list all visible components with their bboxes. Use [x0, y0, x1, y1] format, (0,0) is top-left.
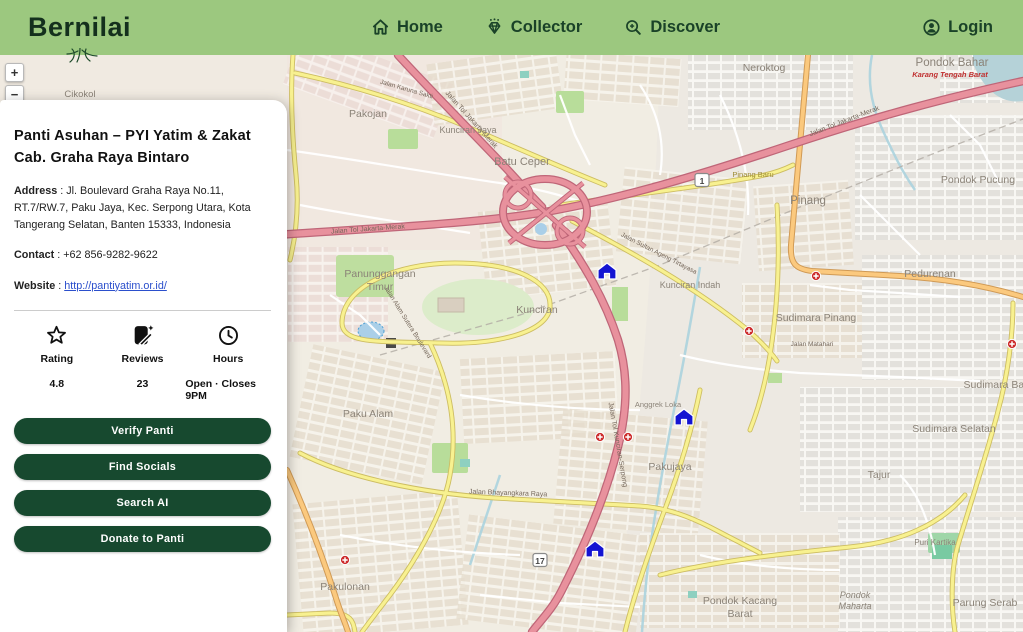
- map-place-label: Pinang: [790, 195, 826, 207]
- map-place-label: Tajur: [868, 469, 891, 481]
- map-place-label: Kunciran: [516, 304, 558, 316]
- map-place-label: Panunggangan: [344, 268, 415, 280]
- panti-address: Address : Jl. Boulevard Graha Raya No.11…: [14, 183, 271, 235]
- panti-title: Panti Asuhan – PYI Yatim & Zakat Cab. Gr…: [14, 128, 251, 166]
- map-place-label: Parung Serab: [953, 597, 1018, 609]
- find-socials-button[interactable]: Find Socials: [14, 453, 271, 480]
- brand-logo[interactable]: Bernilai: [0, 12, 298, 63]
- stat-reviews: Reviews 23: [100, 323, 186, 402]
- login-label: Login: [948, 18, 993, 36]
- map-place-label: Karang Tengah Barat: [912, 70, 988, 79]
- nav-item-home[interactable]: Home: [371, 18, 443, 37]
- map-place-label: Pondok Pucung: [941, 174, 1015, 186]
- divider: [14, 309, 271, 311]
- map-place-label: Neroktog: [743, 62, 786, 74]
- map-place-label: Pakujaya: [648, 461, 691, 473]
- map-place-label: Paku Alam: [343, 408, 393, 420]
- nav-menu: Home Collector Discover: [298, 18, 793, 37]
- map-place-label: Pondok Kacang: [703, 595, 777, 607]
- verify-panti-button[interactable]: Verify Panti: [14, 417, 271, 444]
- login-button[interactable]: Login: [922, 18, 993, 37]
- stat-label: Reviews: [121, 352, 164, 365]
- poi-marker[interactable]: [622, 431, 634, 443]
- route-shield: 1: [694, 172, 710, 188]
- nav-item-label: Collector: [510, 18, 583, 36]
- map-place-label: Pondok Bahar: [916, 57, 989, 69]
- map-place-label: Timur: [367, 281, 394, 293]
- user-icon: [923, 19, 940, 36]
- poi-marker[interactable]: [743, 325, 755, 337]
- nav-item-collector[interactable]: Collector: [485, 18, 583, 37]
- stat-label: Rating: [40, 352, 74, 365]
- roots-icon: [66, 48, 98, 63]
- map-place-label: Anggrek Loka: [635, 400, 682, 409]
- action-buttons: Verify Panti Find Socials Search AI Dona…: [14, 417, 271, 552]
- separator: :: [54, 249, 64, 262]
- nav-item-label: Discover: [650, 18, 721, 36]
- map-place-label: Cikokol: [64, 89, 95, 100]
- map-place-label: Sudimara Selatan: [912, 423, 996, 435]
- poi-marker[interactable]: [1006, 338, 1018, 350]
- home-icon: [372, 19, 389, 35]
- gem-icon: [488, 18, 501, 34]
- map-place-label: Maharta: [838, 601, 871, 611]
- svg-text:17: 17: [535, 556, 545, 566]
- stat-value: 4.8: [49, 377, 65, 390]
- contact-value: +62 856-9282-9622: [63, 249, 158, 262]
- map-place-label: Batu Ceper: [494, 156, 550, 168]
- donate-button[interactable]: Donate to Panti: [14, 525, 271, 552]
- map-place-label: Barat: [727, 608, 752, 620]
- map-zoom-in-button[interactable]: +: [5, 63, 24, 82]
- brand-name: Bernilai: [28, 12, 132, 42]
- stat-value: Open · Closes 9PM: [185, 377, 256, 402]
- navbar: Bernilai Home Collector Discover Login: [0, 0, 1023, 63]
- panti-detail-card: Panti Asuhan – PYI Yatim & Zakat Cab. Gr…: [0, 100, 287, 632]
- nav-right: Login: [793, 18, 1023, 37]
- star-icon: [47, 325, 67, 344]
- address-label: Address: [14, 184, 58, 197]
- stat-rating: Rating 4.8: [14, 323, 100, 402]
- panti-website: Website : http://pantiyatim.or.id/: [14, 278, 271, 295]
- nav-item-discover[interactable]: Discover: [624, 18, 720, 37]
- map-place-label: Pakulonan: [320, 581, 370, 593]
- svg-text:1: 1: [700, 176, 705, 186]
- separator: :: [57, 184, 67, 197]
- map-zoom-controls: + −: [5, 63, 24, 104]
- website-label: Website: [14, 279, 56, 292]
- separator: :: [55, 279, 65, 292]
- poi-marker[interactable]: [339, 554, 351, 566]
- poi-marker[interactable]: [810, 270, 822, 282]
- map-place-label: Pinang Baru: [732, 170, 773, 179]
- route-shield: 17: [532, 552, 548, 568]
- map-place-label: Puri Kartika: [914, 538, 956, 547]
- clock-icon: [218, 325, 238, 345]
- map-place-label: Kunciran Jaya: [439, 125, 496, 135]
- stat-hours: Hours Open · Closes 9PM: [185, 323, 271, 402]
- app-root: Jalan Tol Jakarta-Merak Jalan Tol Jakarta…: [0, 0, 1023, 632]
- website-link[interactable]: http://pantiyatim.or.id/: [64, 280, 167, 292]
- stat-label: Hours: [213, 352, 244, 365]
- reviews-icon: [134, 325, 154, 347]
- map-place-label: Pakojan: [349, 108, 387, 120]
- map-place-label: Sudimara Pinang: [776, 312, 857, 324]
- map-place-label: Sudimara Barat: [964, 379, 1023, 391]
- stat-value: 23: [136, 377, 149, 390]
- poi-marker[interactable]: [594, 431, 606, 443]
- map-place-label: Kunciran Indah: [660, 280, 721, 290]
- search-ai-button[interactable]: Search AI: [14, 489, 271, 516]
- contact-label: Contact: [14, 249, 55, 262]
- search-plus-icon: [626, 20, 642, 35]
- map-road-label: Jalan Matahari: [791, 341, 834, 348]
- nav-item-label: Home: [396, 18, 443, 36]
- stats-row: Rating 4.8 Reviews 23 Hours Open · Close…: [14, 323, 271, 402]
- map-place-label: Pedurenan: [904, 268, 956, 280]
- panti-contact: Contact : +62 856-9282-9622: [14, 247, 271, 264]
- map-place-label: Pondok: [840, 590, 871, 600]
